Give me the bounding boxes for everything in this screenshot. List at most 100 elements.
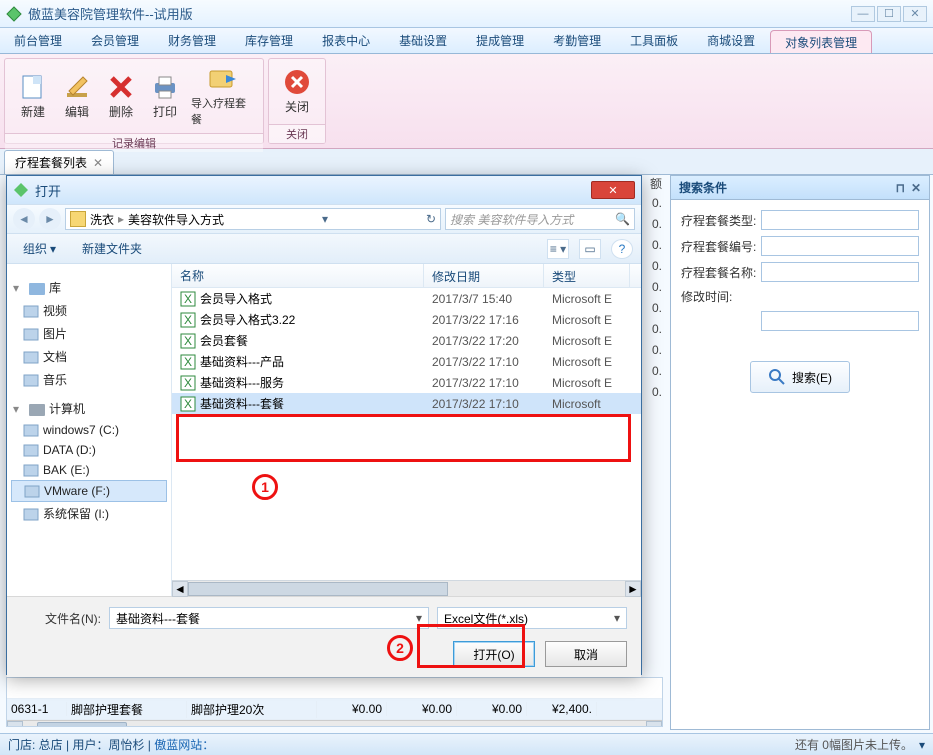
new-button[interactable]: 新建	[11, 63, 55, 129]
tree-item[interactable]: 音乐	[11, 368, 167, 391]
filename-input[interactable]: 基础资料---套餐▾	[109, 607, 429, 629]
nav-back-button[interactable]: ◄	[13, 208, 35, 230]
close-window-button[interactable]: ✕	[903, 6, 927, 22]
table-row[interactable]	[7, 678, 662, 699]
library-icon	[23, 327, 39, 341]
expand-icon[interactable]: ▾	[13, 281, 23, 295]
grid-cut-column: 额0.0.0.0.0.0.0.0.0.0.	[640, 175, 662, 677]
excel-file-icon: X	[180, 375, 196, 391]
dialog-search-input[interactable]: 搜索 美容软件导入方式 🔍	[445, 208, 635, 230]
scroll-thumb[interactable]	[188, 582, 448, 596]
file-row[interactable]: X基础资料---套餐2017/3/22 17:10Microsoft	[172, 393, 641, 414]
panel-close-icon[interactable]: ✕	[911, 181, 921, 195]
file-list-scrollbar[interactable]: ◄ ►	[172, 580, 641, 596]
scroll-left-icon[interactable]: ◄	[172, 581, 188, 597]
file-row[interactable]: X基础资料---产品2017/3/22 17:10Microsoft E	[172, 351, 641, 372]
menu-item-10[interactable]: 对象列表管理	[770, 30, 872, 53]
menu-item-6[interactable]: 提成管理	[462, 28, 539, 53]
scroll-left-icon[interactable]: ◄	[7, 721, 23, 727]
tree-item[interactable]: 文档	[11, 345, 167, 368]
file-row[interactable]: X会员导入格式2017/3/7 15:40Microsoft E	[172, 288, 641, 309]
preview-pane-button[interactable]: ▭	[579, 239, 601, 259]
document-tab-bar: 疗程套餐列表 ✕	[0, 149, 933, 175]
new-folder-button[interactable]: 新建文件夹	[74, 237, 150, 260]
menu-item-5[interactable]: 基础设置	[385, 28, 462, 53]
menu-item-0[interactable]: 前台管理	[0, 28, 77, 53]
scroll-right-icon[interactable]: ►	[646, 721, 662, 727]
tree-item[interactable]: DATA (D:)	[11, 440, 167, 460]
table-row[interactable]: 0631-1脚部护理套餐脚部护理20次¥0.00¥0.00¥0.00¥2,400…	[7, 699, 662, 720]
input-type[interactable]	[761, 210, 919, 230]
drive-icon	[24, 484, 40, 498]
expand-icon[interactable]: ▾	[13, 402, 23, 416]
input-name[interactable]	[761, 262, 919, 282]
breadcrumb[interactable]: 洗衣 ▸ 美容软件导入方式 ▾ ↻	[65, 208, 441, 230]
svg-text:X: X	[184, 376, 192, 390]
maximize-button[interactable]: ☐	[877, 6, 901, 22]
scroll-thumb[interactable]	[37, 722, 127, 727]
menu-item-4[interactable]: 报表中心	[308, 28, 385, 53]
status-website-link[interactable]: 傲蓝网站：	[154, 736, 214, 753]
menu-item-3[interactable]: 库存管理	[231, 28, 308, 53]
dialog-toolbar: 组织▾ 新建文件夹 ≡ ▾ ▭ ?	[7, 234, 641, 264]
drive-icon	[23, 443, 39, 457]
search-icon: 🔍	[615, 212, 630, 226]
label-type: 疗程套餐类型:	[681, 212, 761, 229]
print-button[interactable]: 打印	[143, 63, 187, 129]
menu-item-1[interactable]: 会员管理	[77, 28, 154, 53]
menu-item-9[interactable]: 商城设置	[693, 28, 770, 53]
scroll-right-icon[interactable]: ►	[625, 581, 641, 597]
menu-item-2[interactable]: 财务管理	[154, 28, 231, 53]
tree-item[interactable]: windows7 (C:)	[11, 420, 167, 440]
file-list-header: 名称 修改日期 类型	[172, 264, 641, 288]
view-mode-button[interactable]: ≡ ▾	[547, 239, 569, 259]
dialog-close-button[interactable]: ✕	[591, 181, 635, 199]
minimize-button[interactable]: —	[851, 6, 875, 22]
crumb-seg1[interactable]: 洗衣	[90, 211, 114, 228]
close-icon[interactable]: ✕	[93, 156, 103, 170]
file-row[interactable]: X会员导入格式3.222017/3/22 17:16Microsoft E	[172, 309, 641, 330]
input-code[interactable]	[761, 236, 919, 256]
help-button[interactable]: ?	[611, 239, 633, 259]
tree-item[interactable]: VMware (F:)	[11, 480, 167, 502]
crumb-seg2[interactable]: 美容软件导入方式	[128, 211, 224, 228]
search-button[interactable]: 搜索(E)	[750, 361, 850, 393]
grid-scrollbar[interactable]: ◄ ►	[7, 720, 662, 727]
tree-header[interactable]: ▾库	[11, 276, 167, 299]
file-row[interactable]: X会员套餐2017/3/22 17:20Microsoft E	[172, 330, 641, 351]
open-button[interactable]: 打开(O)	[453, 641, 535, 667]
close-button[interactable]: 关闭	[275, 63, 319, 120]
dialog-titlebar: 打开 ✕	[7, 176, 641, 204]
col-date[interactable]: 修改日期	[424, 264, 544, 287]
tree-header[interactable]: ▾计算机	[11, 397, 167, 420]
chevron-down-icon[interactable]: ▾	[919, 738, 925, 752]
nav-forward-button[interactable]: ►	[39, 208, 61, 230]
tree-item[interactable]: 图片	[11, 322, 167, 345]
col-type[interactable]: 类型	[544, 264, 630, 287]
pin-icon[interactable]: ⊓	[896, 181, 905, 195]
dialog-icon	[13, 182, 29, 198]
doc-tab-package-list[interactable]: 疗程套餐列表 ✕	[4, 150, 114, 174]
svg-text:X: X	[184, 292, 192, 306]
input-modtime[interactable]	[761, 311, 919, 331]
chevron-down-icon[interactable]: ▾	[416, 611, 422, 625]
menu-item-8[interactable]: 工具面板	[616, 28, 693, 53]
delete-button[interactable]: 删除	[99, 63, 143, 129]
menu-item-7[interactable]: 考勤管理	[539, 28, 616, 53]
drive-icon	[23, 507, 39, 521]
tree-item[interactable]: BAK (E:)	[11, 460, 167, 480]
organize-button[interactable]: 组织▾	[15, 237, 64, 260]
dropdown-icon[interactable]: ▾	[322, 212, 328, 226]
excel-file-icon: X	[180, 333, 196, 349]
tree-item[interactable]: 系统保留 (I:)	[11, 502, 167, 525]
edit-button[interactable]: 编辑	[55, 63, 99, 129]
import-package-button[interactable]: 导入疗程套餐	[187, 63, 257, 129]
col-name[interactable]: 名称	[172, 264, 424, 287]
filetype-select[interactable]: Excel文件(*.xls)▾	[437, 607, 627, 629]
cancel-button[interactable]: 取消	[545, 641, 627, 667]
status-upload-count: 还有 0幅图片未上传。	[795, 736, 913, 753]
file-row[interactable]: X基础资料---服务2017/3/22 17:10Microsoft E	[172, 372, 641, 393]
refresh-icon[interactable]: ↻	[426, 212, 436, 226]
chevron-down-icon[interactable]: ▾	[614, 611, 620, 625]
tree-item[interactable]: 视频	[11, 299, 167, 322]
